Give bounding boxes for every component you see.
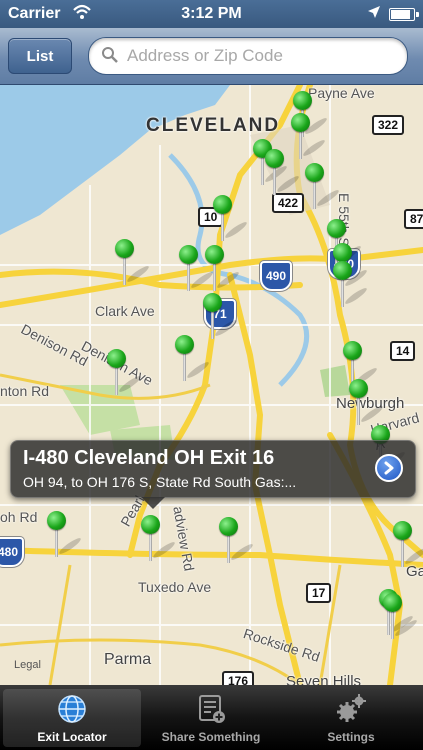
route-shield-14: 14: [390, 341, 416, 361]
clock: 3:12 PM: [181, 5, 242, 22]
map-pin[interactable]: [304, 163, 341, 211]
place-label-parma: Parma: [104, 651, 152, 668]
route-shield-322: 322: [372, 115, 405, 135]
tab-label-settings: Settings: [327, 730, 375, 744]
navigation-bar: List: [0, 28, 423, 85]
map-pin[interactable]: [392, 521, 423, 569]
map-pin[interactable]: [290, 113, 327, 161]
road-label-clark: Clark Ave: [95, 303, 155, 319]
disclosure-button[interactable]: [375, 454, 403, 482]
road-label-tuxedo: Tuxedo Ave: [138, 579, 212, 595]
road-label-nton: nton Rd: [0, 383, 50, 399]
share-compose-icon: [199, 695, 225, 723]
road-label-oh: oh Rd: [0, 509, 38, 525]
map-pin[interactable]: [218, 517, 255, 565]
status-bar: Carrier 3:12 PM: [0, 0, 423, 28]
road-label-payne: Payne Ave: [308, 85, 375, 101]
chevron-right-icon: [384, 461, 394, 475]
callout-subtitle: OH 94, to OH 176 S, State Rd South Gas:.…: [23, 474, 297, 490]
gears-icon: [337, 694, 366, 722]
interstate-shield-490: 490: [260, 261, 292, 291]
interstate-shield-480: 480: [0, 537, 24, 567]
map-view[interactable]: CLEVELAND Payne Ave Clark Ave Denison Av…: [0, 85, 423, 685]
search-field[interactable]: [88, 37, 408, 75]
tab-settings[interactable]: Settings: [282, 689, 420, 747]
tab-label-share-something: Share Something: [161, 730, 261, 744]
map-pin[interactable]: [382, 593, 419, 641]
route-shield-87: 87: [404, 209, 423, 229]
route-shield-17: 17: [306, 583, 332, 603]
map-pin[interactable]: [202, 293, 239, 341]
map-pin-selected[interactable]: [140, 515, 177, 563]
place-label-newburgh: Newburgh: [336, 395, 405, 412]
route-shield-176: 176: [222, 671, 255, 685]
callout-title: I-480 Cleveland OH Exit 16: [23, 447, 275, 469]
search-input[interactable]: [125, 38, 399, 74]
battery-icon: [389, 8, 419, 21]
map-pin[interactable]: [174, 335, 211, 383]
legal-link[interactable]: Legal: [14, 659, 41, 671]
city-label: CLEVELAND: [146, 115, 281, 136]
map-pin[interactable]: [178, 245, 215, 293]
location-arrow-icon: [367, 5, 381, 24]
tab-share-something[interactable]: Share Something: [142, 689, 280, 747]
tab-label-exit-locator: Exit Locator: [37, 730, 107, 744]
tab-bar: Exit Locator Share Something Settings: [0, 685, 423, 750]
map-pin[interactable]: [106, 349, 143, 397]
list-button[interactable]: List: [8, 38, 72, 74]
map-pin[interactable]: [212, 195, 249, 243]
map-pin[interactable]: [46, 511, 83, 559]
map-pin[interactable]: [264, 149, 301, 197]
map-pin[interactable]: [114, 239, 151, 287]
map-pin[interactable]: [332, 261, 369, 309]
pin-callout[interactable]: I-480 Cleveland OH Exit 16 OH 94, to OH …: [10, 440, 416, 509]
map-pin[interactable]: [348, 379, 385, 427]
place-label-seven-hills: Seven Hills: [286, 673, 362, 685]
tab-exit-locator[interactable]: Exit Locator: [3, 689, 141, 747]
search-icon: [101, 46, 119, 69]
map-pin[interactable]: [204, 245, 241, 293]
globe-icon: [58, 695, 86, 723]
